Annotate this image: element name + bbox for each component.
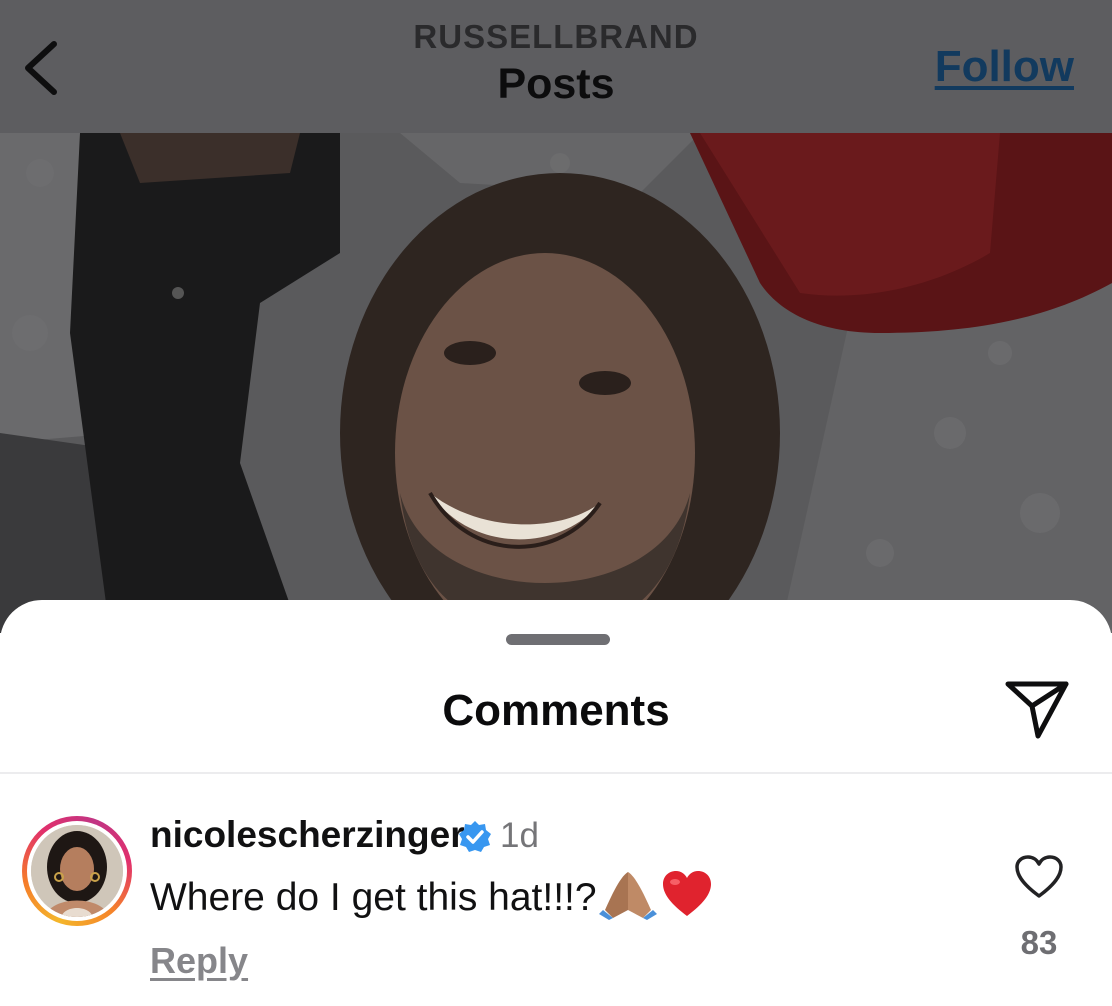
red-heart-emoji <box>662 871 711 916</box>
avatar[interactable] <box>22 816 132 926</box>
comments-sheet: Comments nicolescherzinger 1d Where do I… <box>0 600 1112 1006</box>
verified-badge-icon <box>459 821 491 852</box>
follow-button[interactable]: Follow <box>935 42 1074 92</box>
post-photo[interactable] <box>0 133 1112 633</box>
comment-username[interactable]: nicolescherzinger <box>150 814 465 856</box>
comment-text: Where do I get this hat!!!? <box>150 870 713 920</box>
paper-plane-icon <box>1005 681 1069 739</box>
comment-timestamp: 1d <box>500 816 539 855</box>
sheet-divider <box>0 772 1112 774</box>
comments-title: Comments <box>442 686 670 735</box>
top-nav-bar: RUSSELLBRAND Posts Follow <box>0 0 1112 133</box>
avatar-portrait <box>31 825 123 917</box>
page: RUSSELLBRAND Posts Follow Comments nicol… <box>0 0 1112 1006</box>
share-button[interactable] <box>1002 676 1072 742</box>
comment-body: Where do I get this hat!!!? <box>150 876 597 919</box>
avatar-image <box>31 825 123 917</box>
praying-hands-emoji <box>598 872 657 920</box>
like-count: 83 <box>1020 924 1058 961</box>
reply-button[interactable]: Reply <box>150 940 248 982</box>
post-photo-illustration <box>0 133 1112 633</box>
heart-outline-icon <box>1015 855 1063 898</box>
like-button[interactable] <box>1014 854 1064 900</box>
sheet-drag-handle[interactable] <box>506 634 610 645</box>
